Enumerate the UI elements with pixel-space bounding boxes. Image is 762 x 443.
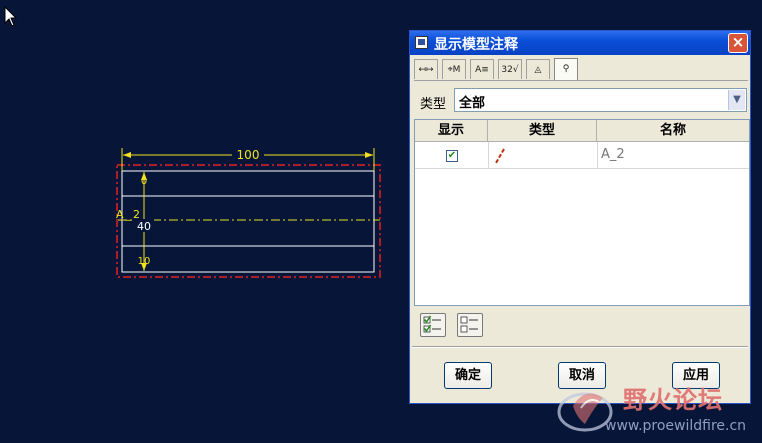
chevron-down-icon[interactable]: ▼	[728, 90, 745, 110]
watermark-url: www.proewildfire.cn	[605, 418, 747, 434]
tab-dimensions[interactable]: ↤↦	[414, 59, 438, 79]
dialog-title: 显示模型注释	[434, 37, 518, 53]
select-all-button[interactable]	[420, 313, 446, 337]
table-row[interactable]: ✔ A_2	[415, 142, 749, 168]
dialog-titlebar[interactable]: 显示模型注释 ×	[410, 31, 750, 55]
button-area-separator	[412, 346, 748, 348]
part-boundary	[116, 164, 381, 278]
note-tab-icon: A≡	[475, 65, 489, 75]
select-all-icon	[423, 315, 441, 333]
datum-axis-icon	[495, 148, 505, 164]
deselect-all-button[interactable]	[457, 313, 483, 337]
tab-gtol[interactable]: ⌖M	[442, 59, 466, 79]
tab-notes[interactable]: A≡	[470, 59, 494, 79]
dim-top-mark: 0	[141, 176, 147, 187]
dim-width-text: 100	[237, 148, 260, 162]
part-outline	[121, 170, 375, 273]
deselect-all-icon	[460, 316, 478, 333]
datum-target-tab-icon: ◬	[534, 65, 542, 75]
dim-bottom-mark: 10	[138, 256, 151, 267]
type-selected-value: 全部	[459, 96, 486, 111]
type-label: 类型	[420, 97, 447, 112]
dim-height-text: 40	[137, 220, 151, 233]
dimension-tab-icon: ↤↦	[418, 65, 434, 75]
show-checkbox[interactable]: ✔	[446, 150, 458, 162]
window-icon	[415, 36, 428, 49]
row-divider	[415, 168, 749, 169]
surface-finish-tab-icon: 32√	[501, 65, 519, 75]
watermark-title: 野火论坛	[623, 386, 723, 414]
cad-drawing: 100 40 0 10 A_2	[116, 147, 381, 278]
annotation-name: A_2	[601, 147, 625, 162]
column-header-show[interactable]: 显示	[415, 120, 488, 142]
type-dropdown[interactable]: 全部 ▼	[454, 88, 747, 112]
column-header-name[interactable]: 名称	[597, 120, 749, 142]
close-button[interactable]: ×	[728, 33, 748, 53]
show-model-annotations-dialog: 显示模型注释 × ↤↦ ⌖M A≡ 32√ ◬ ⚲ 类型 全部 ▼ 显示 类型 …	[409, 30, 751, 404]
tab-datum-targets[interactable]: ◬	[526, 59, 550, 79]
annotation-table: 显示 类型 名称 ✔ A_2	[414, 119, 750, 306]
column-header-type[interactable]: 类型	[488, 120, 597, 142]
ok-button[interactable]: 确定	[444, 362, 492, 389]
tab-divider	[414, 80, 748, 81]
site-watermark: 野火论坛 www.proewildfire.cn	[555, 378, 762, 443]
axis-label-text: A_2	[116, 208, 142, 221]
tab-surface-finish[interactable]: 32√	[498, 59, 522, 79]
tab-datums[interactable]: ⚲	[554, 58, 578, 80]
gtol-tab-icon: ⌖M	[447, 65, 461, 75]
datum-tab-icon: ⚲	[562, 64, 570, 74]
